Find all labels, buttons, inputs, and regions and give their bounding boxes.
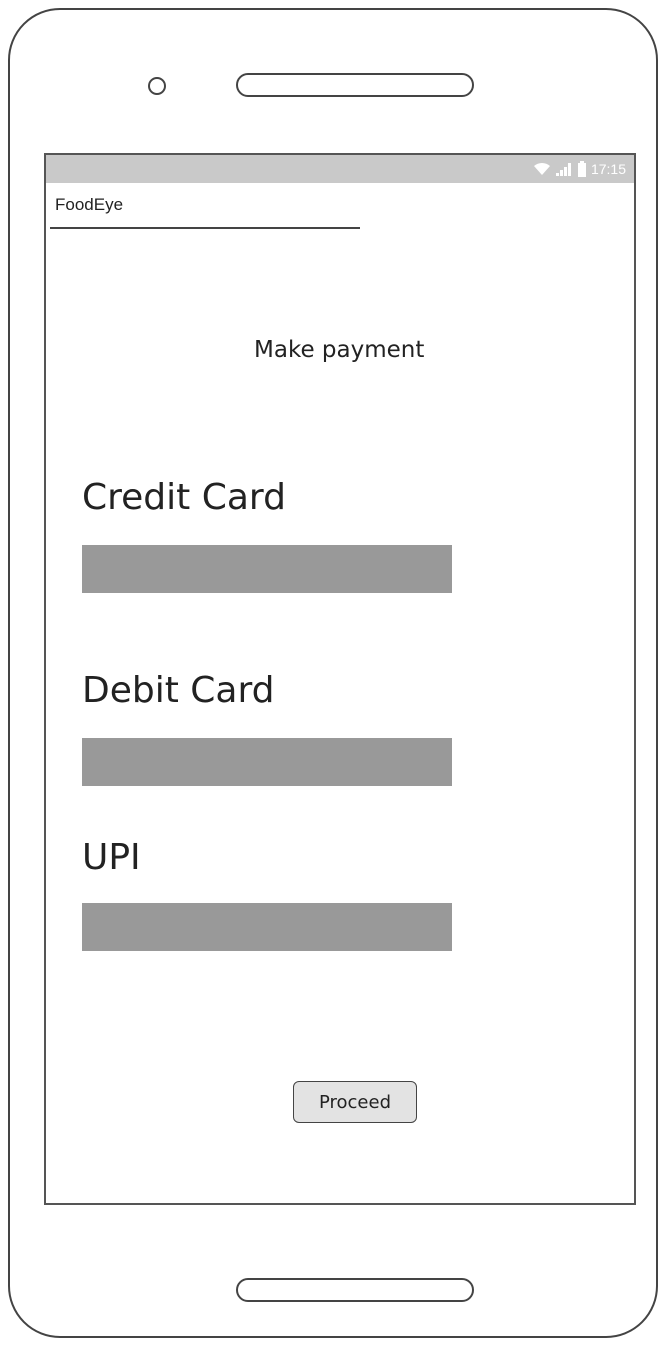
page-heading: Make payment bbox=[254, 337, 425, 363]
status-time: 17:15 bbox=[590, 161, 626, 177]
app-title: FoodEye bbox=[55, 195, 124, 214]
upi-input[interactable] bbox=[82, 903, 452, 951]
wifi-icon bbox=[533, 162, 550, 175]
speaker-grille bbox=[236, 73, 474, 97]
debit-card-label: Debit Card bbox=[82, 670, 275, 711]
camera-icon bbox=[148, 77, 166, 95]
proceed-button[interactable]: Proceed bbox=[293, 1081, 417, 1123]
title-divider bbox=[50, 227, 360, 229]
signal-icon bbox=[555, 163, 571, 176]
phone-screen: 17:15 FoodEye Make payment Credit Card D… bbox=[44, 153, 636, 1205]
credit-card-label: Credit Card bbox=[82, 477, 286, 518]
debit-card-input[interactable] bbox=[82, 738, 452, 786]
upi-label: UPI bbox=[82, 837, 141, 878]
home-button[interactable] bbox=[236, 1278, 474, 1302]
status-bar: 17:15 bbox=[46, 155, 634, 183]
battery-icon bbox=[577, 161, 586, 177]
credit-card-input[interactable] bbox=[82, 545, 452, 593]
status-icons: 17:15 bbox=[533, 159, 626, 179]
